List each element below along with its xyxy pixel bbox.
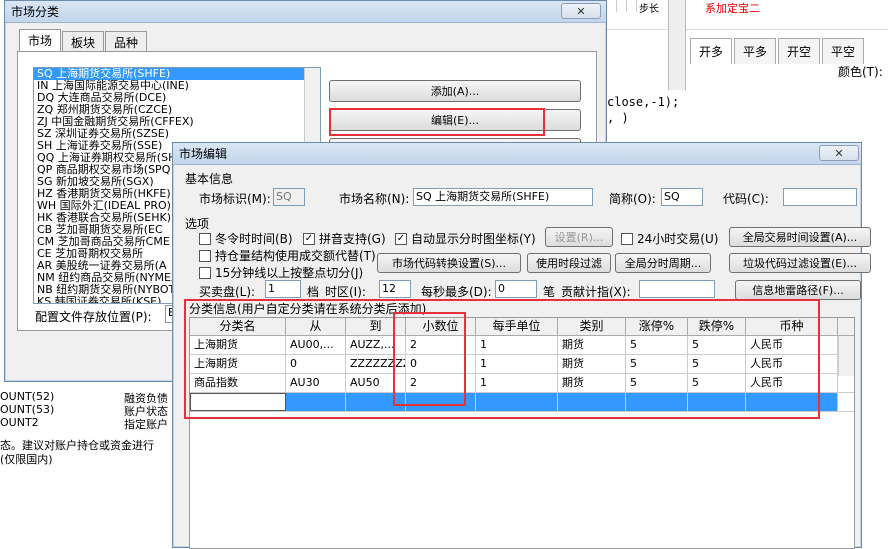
contrib-label: 贡献计指(X): (561, 285, 631, 299)
tab-open-short[interactable]: 开空 (778, 38, 821, 64)
max-per-sec-unit: 笔 (543, 285, 556, 299)
checkbox-label: 拼音支持(G) (319, 232, 386, 246)
global-trade-time-button[interactable]: 全局交易时间设置(A)... (729, 227, 871, 247)
bg-left-line: OUNT(53) (0, 403, 55, 416)
contrib-field[interactable] (639, 280, 715, 298)
buysell-unit: 档 (307, 285, 320, 299)
checkbox-label: 自动显示分时图坐标(Y) (411, 232, 536, 246)
max-per-sec-label: 每秒最多(D): (421, 285, 492, 299)
tab-market[interactable]: 市场 (19, 29, 62, 51)
auto-coord-checkbox[interactable]: ✓ 自动显示分时图坐标(Y) (395, 230, 536, 247)
pinyin-checkbox[interactable]: ✓ 拼音支持(G) (303, 230, 386, 247)
short-name-field[interactable]: SQ (661, 188, 703, 206)
tab-sector[interactable]: 板块 (62, 31, 105, 51)
checkbox-box (199, 232, 211, 245)
config-path-label: 配置文件存放位置(P): (35, 310, 152, 324)
bg-left-line: OUNT(52) (0, 390, 55, 403)
bg-red-text: 系加定宝二 (705, 2, 760, 15)
grid-scrollbar[interactable] (838, 336, 854, 376)
24h-checkbox[interactable]: 24小时交易(U) (621, 230, 718, 247)
checkbox-box (199, 249, 211, 262)
annotation-box-classify (184, 299, 820, 419)
tab-variety[interactable]: 品种 (105, 31, 148, 51)
checkbox-label: 冬令时时间(B) (215, 232, 293, 246)
checkbox-label: 15分钟线以上按整点切分(J) (215, 266, 364, 280)
window-title: 市场编辑 (179, 147, 228, 161)
annotation-box-decimal (393, 312, 466, 406)
timezone-label: 时区(I): (325, 285, 366, 299)
position-struct-checkbox[interactable]: 持仓量结构使用成交额代替(T) (199, 247, 376, 264)
market-id-label: 市场标识(M): (199, 192, 271, 206)
tab-open-long[interactable]: 开多 (690, 38, 733, 64)
market-tabs: 市场 板块 品种 (19, 29, 148, 51)
close-button[interactable]: ✕ (561, 3, 601, 19)
basic-info-group: 基本信息 (185, 172, 234, 186)
code-label: 代码(C): (723, 192, 769, 206)
min15-checkbox[interactable]: 15分钟线以上按整点切分(J) (199, 264, 363, 281)
timezone-field[interactable]: 12 (379, 280, 411, 298)
bg-left-line: 指定账户 (124, 418, 168, 431)
use-period-filter-button[interactable]: 使用时段过滤 (527, 253, 611, 273)
checkbox-box (621, 232, 633, 245)
checkbox-label: 持仓量结构使用成交额代替(T) (215, 249, 376, 263)
market-id-field[interactable]: SQ (273, 188, 305, 206)
window-title: 市场分类 (11, 5, 60, 19)
market-window-titlebar: 市场分类 (5, 1, 606, 23)
short-name-label: 简称(O): (609, 192, 656, 206)
bg-cell (627, 0, 637, 12)
bg-cell (607, 0, 617, 12)
dst-checkbox[interactable]: 冬令时时间(B) (199, 230, 293, 247)
check-icon: ✓ (395, 232, 407, 245)
bg-left-line: OUNT2 (0, 416, 39, 429)
bg-cell (617, 0, 627, 12)
close-button[interactable]: ✕ (819, 145, 859, 161)
check-icon: ✓ (303, 232, 315, 245)
code-line: close,-1); (607, 95, 680, 109)
background-left: OUNT(52) 融资负债 OUNT(53) 账户状态 OUNT2 指定账户 态… (0, 385, 180, 548)
bg-scrollbar[interactable] (668, 0, 686, 90)
code-field[interactable] (783, 188, 857, 206)
max-per-sec-field[interactable]: 0 (495, 280, 537, 298)
bg-code: close,-1); , ) (607, 94, 679, 126)
global-period-button[interactable]: 全局分时周期... (615, 253, 711, 273)
edit-window-titlebar: 市场编辑 (173, 143, 861, 165)
checkbox-label: 24小时交易(U) (637, 232, 719, 246)
bg-color-label: 颜色(T): (838, 65, 883, 79)
bg-step-cell: 步长 (639, 0, 669, 15)
bg-trade-tabs: 开多 平多 开空 平空 (690, 38, 866, 64)
buysell-field[interactable]: 1 (265, 280, 301, 298)
add-button[interactable]: 添加(A)... (329, 80, 581, 102)
settings-button[interactable]: 设置(R)... (545, 227, 613, 247)
market-name-field[interactable]: SQ 上海期货交易所(SHFE) (413, 188, 593, 206)
code-convert-button[interactable]: 市场代码转换设置(S)... (377, 253, 521, 273)
info-mine-path-button[interactable]: 信息地雷路径(F)... (735, 280, 861, 300)
tab-close-long[interactable]: 平多 (734, 38, 777, 64)
market-name-label: 市场名称(N): (339, 192, 410, 206)
tab-close-short[interactable]: 平空 (822, 38, 865, 64)
buysell-label: 买卖盘(L): (199, 285, 256, 299)
code-line: , ) (607, 111, 629, 125)
annotation-box-edit (329, 108, 545, 136)
checkbox-box (199, 266, 211, 279)
junk-code-filter-button[interactable]: 垃圾代码过滤设置(E)... (729, 253, 871, 273)
bg-left-line: (仅限国内) (0, 453, 53, 466)
